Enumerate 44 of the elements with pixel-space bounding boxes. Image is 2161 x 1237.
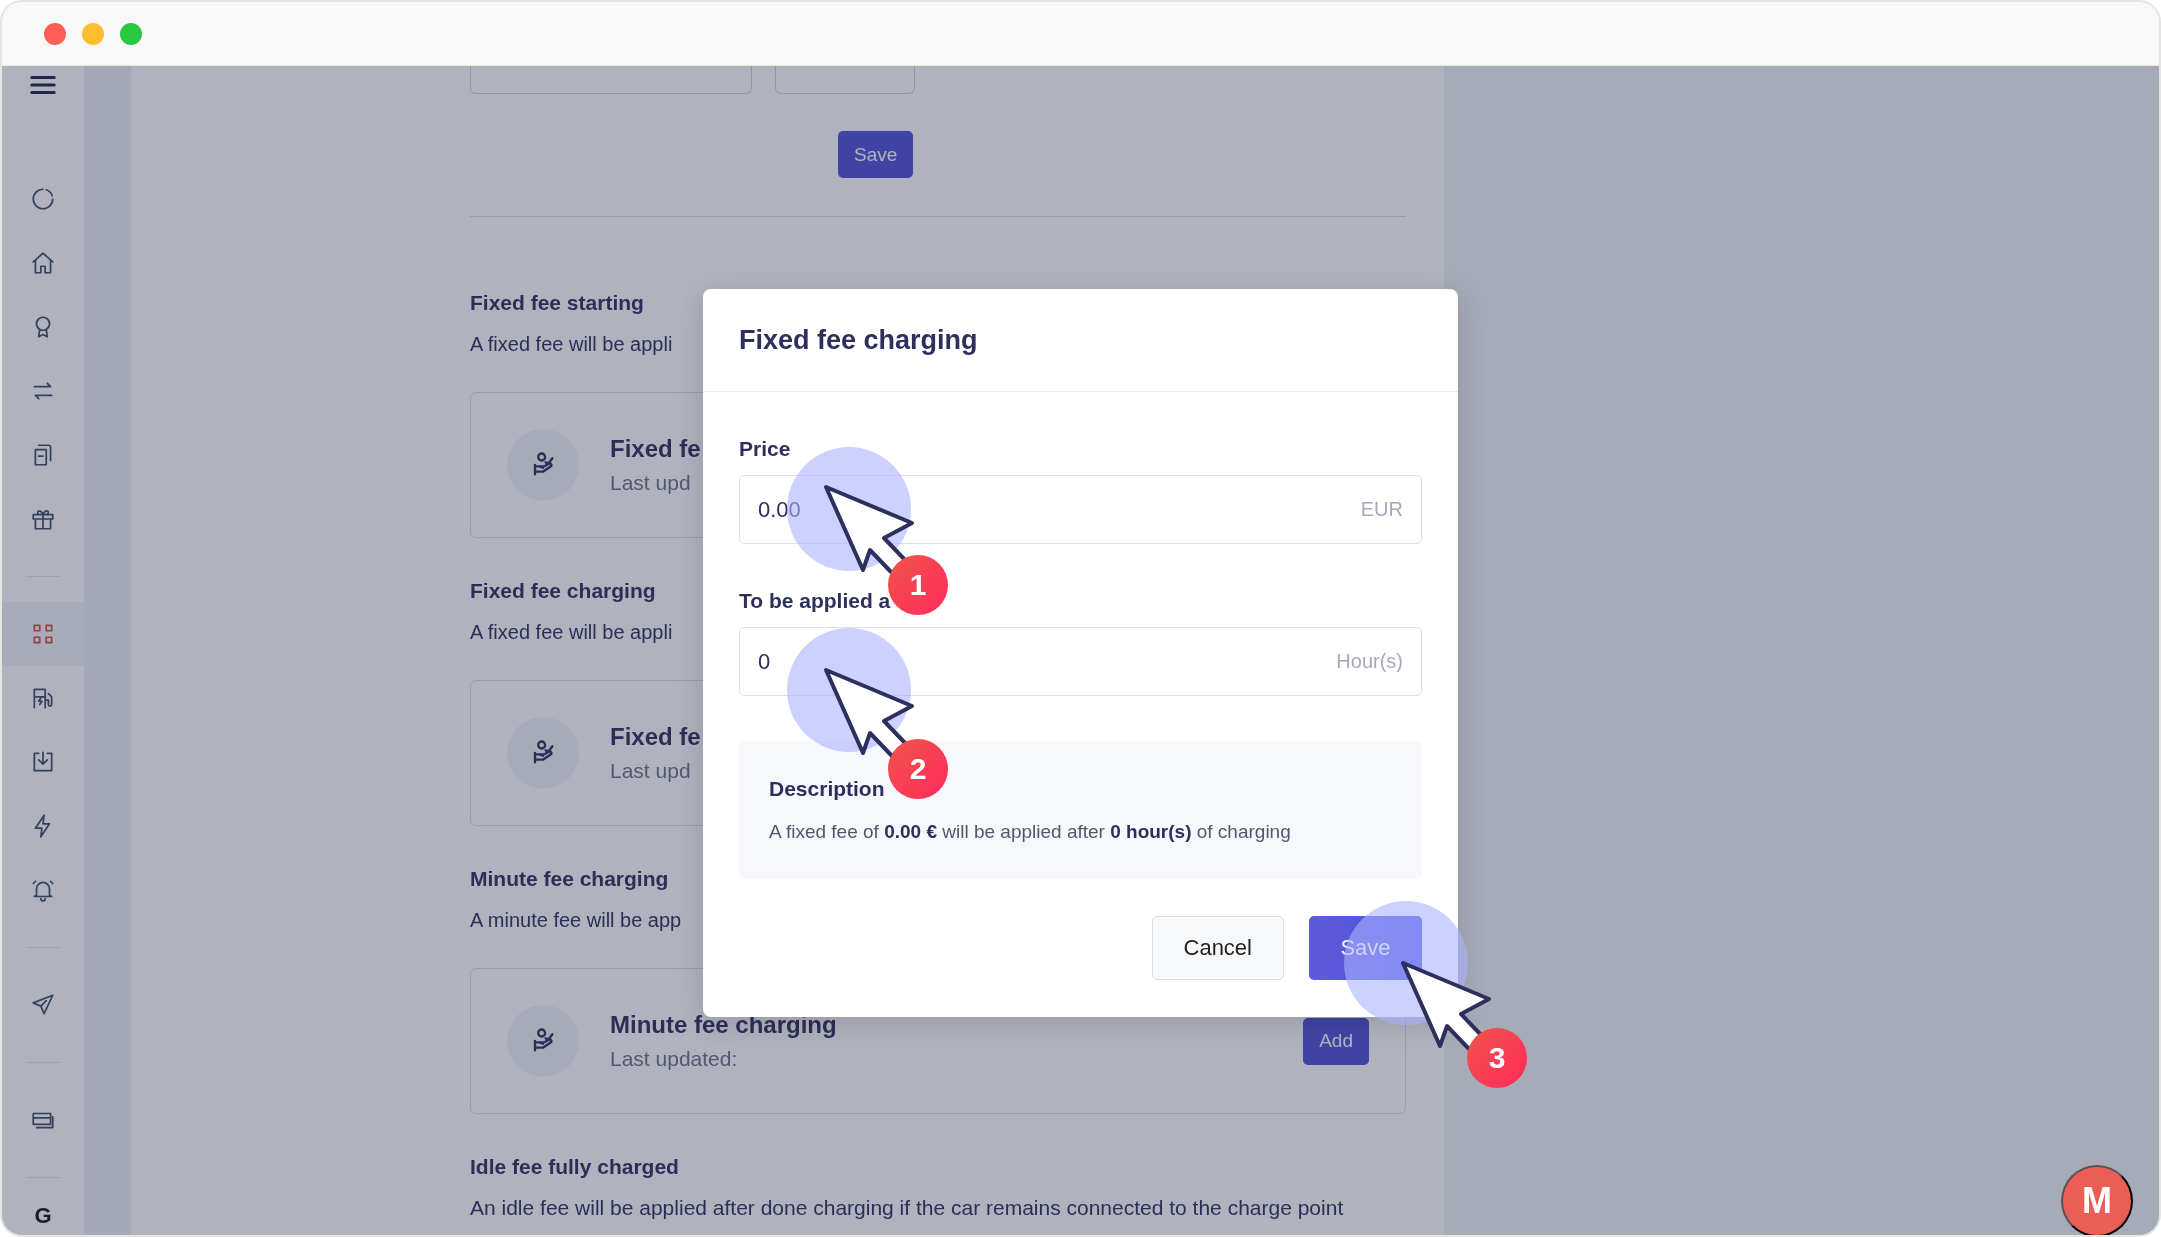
card-subtitle: Last upd xyxy=(610,759,691,783)
card-subtitle: Last upd xyxy=(610,471,691,495)
section-title: Fixed fee charging xyxy=(470,578,656,604)
sidebar-nav-icon xyxy=(30,186,56,212)
card-title: Fixed fe xyxy=(610,723,701,751)
sidebar-item[interactable] xyxy=(2,602,84,666)
section-title: Fixed fee starting xyxy=(470,290,644,316)
card-title: Fixed fe xyxy=(610,435,701,463)
section-title: Minute fee charging xyxy=(470,866,669,892)
section-description: A minute fee will be app xyxy=(470,908,682,933)
field-label: Price xyxy=(739,437,792,461)
card-subtitle: Last updated: xyxy=(610,1047,738,1071)
step-badge: 3 xyxy=(1467,1028,1527,1088)
chat-button[interactable]: M xyxy=(2061,1165,2133,1235)
sidebar-nav-icon xyxy=(30,685,56,711)
card-title: Minute fee charging xyxy=(610,1011,837,1039)
description-title: Description xyxy=(769,777,885,801)
input-field[interactable]: 0 Hour(s) xyxy=(739,627,1422,696)
sidebar-nav-icon xyxy=(30,621,56,647)
maximize-window-button[interactable] xyxy=(120,22,142,45)
unit-label: EUR xyxy=(1360,498,1403,521)
add-button[interactable]: Add xyxy=(1303,1017,1369,1065)
close-window-button[interactable] xyxy=(44,22,66,45)
sidebar-nav-icon xyxy=(30,250,56,276)
section-description: A fixed fee will be appli xyxy=(470,332,673,357)
save-button[interactable]: Save xyxy=(838,131,914,178)
section-description: An idle fee will be applied after done charging if the car remains connected to the charge point xyxy=(470,1195,1344,1221)
field-value: 0 xyxy=(758,648,771,675)
cancel-button[interactable]: Cancel xyxy=(1151,916,1284,980)
input-field[interactable] xyxy=(775,66,915,94)
section-description: A fixed fee will be appli xyxy=(470,620,673,645)
sidebar-nav-icon xyxy=(30,877,56,903)
description-text: A fixed fee of 0.00 € will be applied after 0 hour(s) of charging xyxy=(769,821,1292,843)
cursor-icon xyxy=(823,484,916,576)
section-title: Idle fee fully charged xyxy=(470,1154,679,1180)
account-initial: G xyxy=(33,1203,53,1229)
unit-label: Hour(s) xyxy=(1336,650,1403,673)
field-value: 0.00 xyxy=(758,496,801,523)
save-button[interactable]: Save xyxy=(1309,916,1422,980)
sidebar-nav-icon xyxy=(30,749,56,775)
input-field[interactable] xyxy=(470,66,752,94)
minimize-window-button[interactable] xyxy=(82,22,104,45)
modal-title: Fixed fee charging xyxy=(739,324,978,356)
input-field[interactable]: 0.00 EUR xyxy=(739,475,1422,544)
